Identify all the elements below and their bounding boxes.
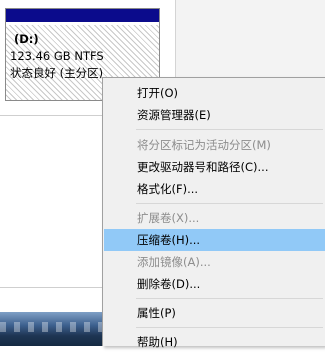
partition-context-menu: 打开(O) 资源管理器(E) 将分区标记为活动分区(M) 更改驱动器号和路径(C… — [102, 77, 325, 349]
wallpaper-image — [0, 312, 103, 346]
partition-size-fs: 123.46 GB NTFS — [10, 49, 104, 63]
list-divider — [0, 115, 103, 116]
menu-item-properties[interactable]: 属性(P) — [104, 302, 325, 324]
partition-header-bar — [6, 9, 159, 22]
menu-separator — [136, 203, 323, 204]
menu-item-mark-active[interactable]: 将分区标记为活动分区(M) — [104, 134, 325, 156]
menu-item-change-drive-letter[interactable]: 更改驱动器号和路径(C)... — [104, 156, 325, 178]
menu-item-shrink-volume[interactable]: 压缩卷(H)... — [104, 229, 325, 251]
menu-separator — [136, 327, 323, 328]
menu-separator — [136, 298, 323, 299]
menu-item-delete-volume[interactable]: 删除卷(D)... — [104, 273, 325, 295]
menu-item-format[interactable]: 格式化(F)... — [104, 178, 325, 200]
menu-item-extend-volume[interactable]: 扩展卷(X)... — [104, 207, 325, 229]
menu-item-open[interactable]: 打开(O) — [104, 82, 325, 104]
menu-item-add-mirror[interactable]: 添加镜像(A)... — [104, 251, 325, 273]
list-divider — [0, 287, 103, 288]
partition-drive-letter: (D:) — [14, 32, 39, 46]
menu-separator — [136, 129, 323, 130]
menu-item-explorer[interactable]: 资源管理器(E) — [104, 104, 325, 126]
disk-map-panel — [175, 0, 325, 82]
menu-item-help[interactable]: 帮助(H) — [104, 331, 325, 353]
